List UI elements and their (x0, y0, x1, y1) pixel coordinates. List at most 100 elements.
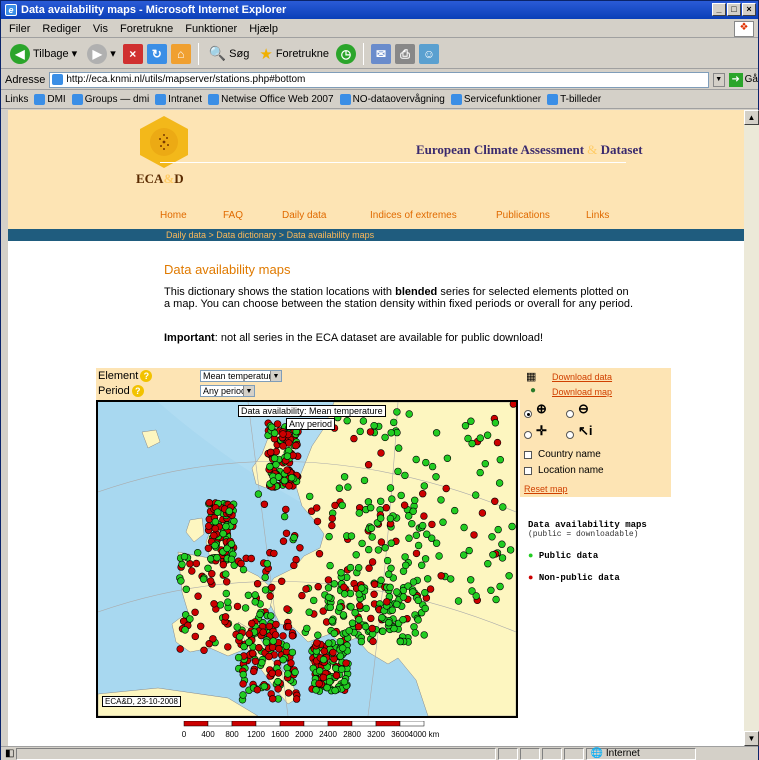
station-dot[interactable] (411, 629, 419, 637)
station-dot[interactable] (291, 668, 299, 676)
station-dot[interactable] (275, 645, 283, 653)
minimize-button[interactable]: _ (712, 3, 726, 16)
station-dot[interactable] (377, 576, 385, 584)
station-dot[interactable] (369, 637, 377, 646)
station-dot[interactable] (250, 667, 258, 676)
link-netwise[interactable]: Netwise Office Web 2007 (208, 94, 334, 105)
station-dot[interactable] (383, 556, 392, 565)
station-dot[interactable] (432, 473, 440, 481)
station-dot[interactable] (347, 603, 355, 611)
station-dot[interactable] (393, 408, 401, 416)
station-dot[interactable] (331, 501, 339, 510)
station-dot[interactable] (355, 509, 363, 517)
station-dot[interactable] (210, 600, 218, 608)
station-dot[interactable] (268, 423, 276, 431)
station-dot[interactable] (251, 591, 259, 599)
station-dot[interactable] (270, 454, 279, 462)
favorites-button[interactable]: ★ Foretrukne (256, 45, 332, 63)
station-dot[interactable] (442, 484, 450, 493)
station-dot[interactable] (411, 496, 419, 505)
location-name-checkbox[interactable] (524, 467, 532, 475)
station-dot[interactable] (338, 501, 347, 510)
station-dot[interactable] (181, 626, 189, 634)
print-icon[interactable]: ⎙ (395, 43, 416, 64)
nav-daily-data[interactable]: Daily data (282, 210, 326, 221)
nav-publications[interactable]: Publications (496, 210, 550, 221)
station-dot[interactable] (414, 541, 423, 550)
station-dot[interactable] (180, 552, 189, 561)
station-dot[interactable] (188, 567, 196, 575)
search-button[interactable]: 🔍 Søg (206, 45, 253, 62)
station-dot[interactable] (421, 604, 429, 613)
station-dot[interactable] (364, 460, 373, 469)
station-dot[interactable] (219, 561, 228, 569)
station-dot[interactable] (239, 691, 247, 699)
station-dot[interactable] (248, 619, 256, 628)
station-dot[interactable] (269, 637, 277, 645)
station-dot[interactable] (370, 590, 378, 599)
station-dot[interactable] (222, 522, 230, 531)
reset-map-link[interactable]: Reset map (524, 484, 568, 494)
station-dot[interactable] (365, 564, 373, 572)
stop-icon[interactable]: × (122, 43, 143, 64)
station-dot[interactable] (476, 434, 484, 442)
station-dot[interactable] (386, 484, 395, 492)
station-dot[interactable] (324, 576, 333, 584)
station-dot[interactable] (221, 613, 230, 621)
station-dot[interactable] (186, 615, 194, 623)
station-dot[interactable] (319, 673, 328, 682)
station-dot[interactable] (491, 497, 499, 506)
station-dot[interactable] (350, 434, 358, 443)
station-dot[interactable] (271, 631, 280, 639)
station-dot[interactable] (487, 586, 495, 595)
station-dot[interactable] (383, 598, 391, 606)
download-map-link[interactable]: Download map (552, 387, 612, 397)
station-dot[interactable] (296, 544, 304, 552)
station-dot[interactable] (359, 417, 368, 425)
station-dot[interactable] (278, 577, 286, 586)
station-dot[interactable] (196, 622, 205, 631)
station-dot[interactable] (488, 533, 496, 541)
station-dot[interactable] (402, 561, 410, 570)
station-dot[interactable] (386, 514, 395, 523)
station-dot[interactable] (274, 677, 282, 686)
station-dot[interactable] (443, 454, 452, 462)
station-dot[interactable] (313, 504, 321, 512)
station-dot[interactable] (343, 417, 351, 425)
link-intranet[interactable]: Intranet (155, 94, 202, 105)
station-dot[interactable] (251, 657, 260, 665)
station-dot[interactable] (405, 512, 413, 520)
station-dot[interactable] (290, 561, 298, 570)
station-dot[interactable] (239, 670, 248, 679)
station-dot[interactable] (209, 635, 217, 643)
station-dot[interactable] (385, 619, 393, 627)
station-dot[interactable] (262, 638, 271, 646)
station-dot[interactable] (267, 612, 275, 620)
station-dot[interactable] (256, 610, 264, 619)
address-dropdown-icon[interactable]: ▼ (712, 72, 725, 87)
station-dot[interactable] (362, 604, 370, 613)
station-dot[interactable] (269, 695, 277, 703)
station-dot[interactable] (498, 540, 506, 548)
link-groups[interactable]: Groups — dmi (71, 94, 149, 105)
station-dot[interactable] (288, 648, 297, 657)
station-dot[interactable] (494, 525, 502, 534)
station-dot[interactable] (251, 598, 259, 606)
station-dot[interactable] (176, 645, 184, 653)
station-dot[interactable] (222, 589, 231, 598)
nav-links[interactable]: Links (586, 210, 609, 221)
station-dot[interactable] (312, 686, 320, 694)
station-dot[interactable] (397, 491, 405, 500)
station-dot[interactable] (326, 561, 334, 570)
station-dot[interactable] (287, 659, 295, 667)
station-dot[interactable] (314, 583, 322, 591)
station-dot[interactable] (268, 583, 276, 592)
station-dot[interactable] (332, 671, 341, 680)
station-dot[interactable] (330, 629, 339, 638)
station-dot[interactable] (314, 631, 322, 639)
pan-radio[interactable] (524, 431, 532, 439)
station-dot[interactable] (378, 614, 386, 622)
station-dot[interactable] (206, 577, 215, 585)
station-dot[interactable] (414, 596, 422, 605)
station-dot[interactable] (437, 572, 445, 580)
